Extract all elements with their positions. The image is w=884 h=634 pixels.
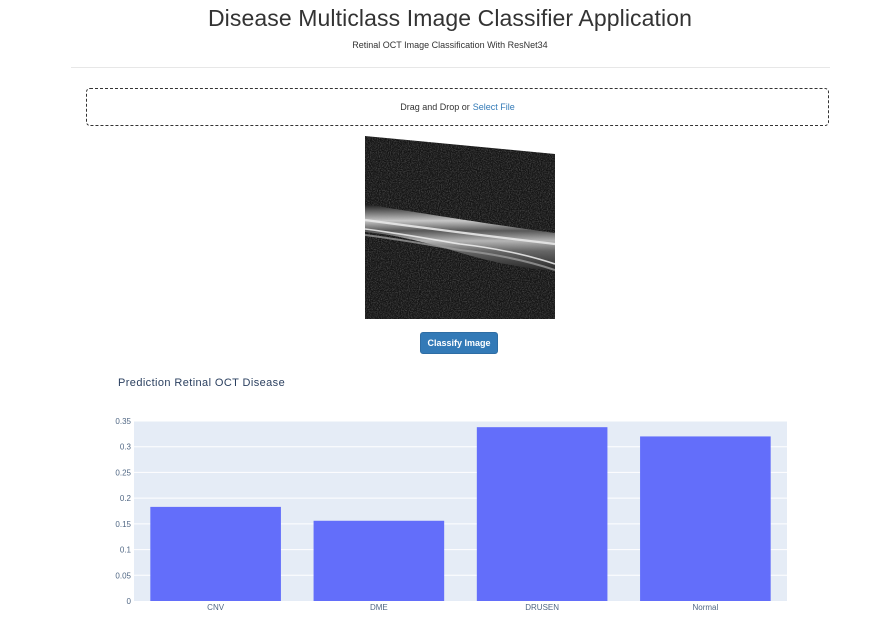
y-tick-label: 0.3 (120, 443, 132, 452)
y-tick-label: 0.15 (115, 520, 131, 529)
prediction-chart: 0 0.05 0.1 0.15 0.2 0.25 0.3 0.35 CNV DME DRUSEN No… (0, 400, 884, 634)
bar-drusen (476, 427, 608, 601)
bar-normal (640, 436, 771, 601)
prediction-bar-chart: 0 0.05 0.1 0.15 0.2 0.25 0.3 0.35 CNV DME DRUSEN No… (115, 417, 787, 612)
select-file-link[interactable]: Select File (473, 102, 515, 112)
bar-dme (313, 520, 445, 601)
oct-scan-graphic (365, 136, 555, 319)
y-tick-label: 0.25 (115, 468, 131, 477)
x-tick-label: DME (370, 603, 388, 612)
upload-prompt: Drag and Drop or (400, 102, 470, 112)
page-subtitle: Retinal OCT Image Classification With Re… (352, 40, 548, 50)
x-tick-label: DRUSEN (525, 603, 559, 612)
y-tick-label: 0 (127, 597, 132, 606)
y-tick-label: 0.1 (120, 546, 132, 555)
chart-title: Prediction Retinal OCT Disease (118, 377, 286, 389)
uploaded-oct-image (365, 136, 555, 319)
x-tick-label: CNV (207, 603, 225, 612)
app-page: Disease Multiclass Image Classifier Appl… (0, 0, 884, 634)
file-upload-dropzone[interactable]: Drag and Drop or Select File (86, 88, 829, 126)
y-tick-label: 0.35 (115, 417, 131, 426)
bar-cnv (150, 506, 281, 601)
page-title: Disease Multiclass Image Classifier Appl… (207, 5, 693, 31)
header-divider (71, 67, 830, 68)
classify-image-button[interactable]: Classify Image (420, 332, 498, 354)
x-tick-label: Normal (692, 603, 718, 612)
y-tick-label: 0.2 (120, 494, 132, 503)
y-tick-label: 0.05 (115, 571, 131, 580)
